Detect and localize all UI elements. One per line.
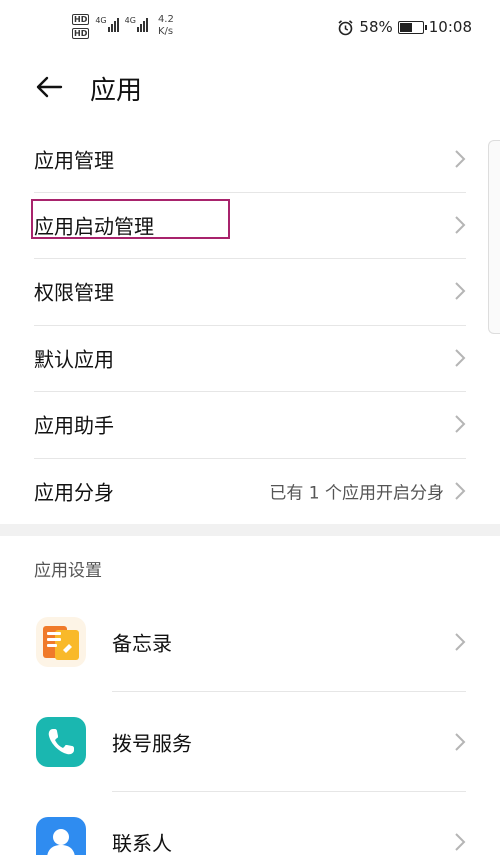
menu-item-label: 应用管理 (34, 148, 114, 173)
network-type-1: 4G (95, 16, 107, 25)
signal-bars-icon (136, 16, 148, 32)
highlight-box (31, 199, 230, 239)
signal-group-1: 4G (95, 16, 119, 32)
battery-percent: 58% (359, 18, 393, 36)
chevron-right-icon (455, 349, 466, 367)
battery-fill (399, 22, 412, 32)
status-bar: HD HD 4G 4G 4.2 K/s 58% 10:08 (0, 0, 500, 56)
chevron-right-icon (455, 482, 466, 500)
sim-badges: HD HD (72, 14, 90, 39)
hd-badge-1: HD (72, 14, 90, 25)
section-separator (0, 524, 500, 536)
chevron-right-icon (455, 282, 466, 300)
menu-item-label: 默认应用 (34, 347, 114, 372)
phone-icon (36, 717, 86, 767)
notepad-icon (36, 617, 86, 667)
menu-item-label: 权限管理 (34, 280, 114, 305)
alarm-icon (338, 19, 353, 35)
battery-icon (397, 20, 427, 34)
app-item-notepad[interactable]: 备忘录 (0, 592, 500, 692)
app-item-label: 拨号服务 (112, 731, 192, 756)
page-title: 应用 (90, 76, 143, 106)
status-right: 58% 10:08 (337, 18, 472, 36)
signal-bars-icon (107, 16, 119, 32)
network-speed: 4.2 K/s (158, 14, 174, 38)
speed-value: 4.2 (157, 14, 174, 25)
app-twin-status: 已有 1 个应用开启分身 (269, 483, 444, 504)
menu-item-label: 应用分身 (34, 480, 114, 505)
app-item-label: 联系人 (112, 831, 172, 855)
menu-item-app-assistant[interactable]: 应用助手 (0, 391, 500, 457)
chevron-right-icon (455, 150, 466, 168)
section-title: 应用设置 (34, 561, 102, 581)
status-left: HD HD 4G 4G 4.2 K/s (72, 14, 174, 39)
arrow-left-icon[interactable] (34, 72, 64, 102)
menu-item-default-apps[interactable]: 默认应用 (0, 325, 500, 391)
menu-item-permission-management[interactable]: 权限管理 (0, 258, 500, 324)
chevron-right-icon (455, 216, 466, 234)
network-type-2: 4G (124, 16, 136, 25)
menu-item-app-management[interactable]: 应用管理 (0, 126, 500, 192)
page-header: 应用 (0, 56, 500, 120)
app-item-contacts[interactable]: 联系人 (0, 792, 500, 855)
menu-item-app-twin[interactable]: 应用分身 已有 1 个应用开启分身 (0, 458, 500, 524)
scrollbar[interactable] (488, 140, 500, 334)
speed-unit: K/s (157, 26, 174, 37)
menu-item-label: 应用助手 (34, 413, 114, 438)
contacts-icon (36, 817, 86, 855)
clock: 10:08 (428, 18, 472, 36)
app-item-dialer-service[interactable]: 拨号服务 (0, 692, 500, 792)
chevron-right-icon (455, 633, 466, 651)
chevron-right-icon (455, 833, 466, 851)
hd-badge-2: HD (72, 28, 90, 39)
chevron-right-icon (455, 733, 466, 751)
signal-group-2: 4G (125, 16, 148, 32)
chevron-right-icon (455, 415, 466, 433)
app-item-label: 备忘录 (112, 631, 172, 656)
